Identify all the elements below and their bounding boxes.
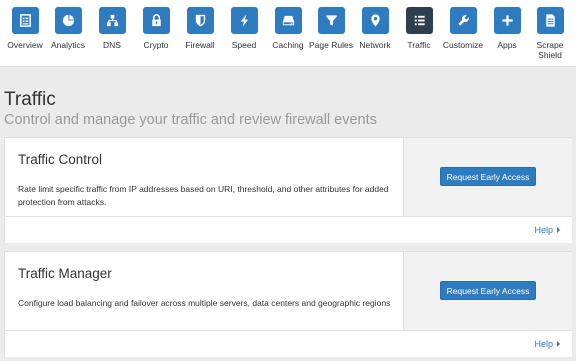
top-navigation: Overview Analytics DNS Crypto Firewall S…	[0, 0, 576, 67]
card-title: Traffic Manager	[18, 266, 112, 281]
nav-item-scrape-shield[interactable]: Scrape Shield	[524, 7, 576, 60]
help-label: Help	[534, 339, 553, 349]
help-link[interactable]: Help	[534, 339, 560, 349]
map-pin-icon	[361, 7, 389, 34]
traffic-control-card: Traffic Control Rate limit specific traf…	[4, 137, 572, 243]
card-main: Traffic Control Rate limit specific traf…	[5, 138, 403, 216]
page-header: Traffic Control and manage your traffic …	[4, 89, 377, 129]
list-icon	[405, 7, 433, 34]
network-tree-icon	[98, 7, 126, 34]
request-early-access-button[interactable]: Request Early Access	[440, 281, 536, 300]
lightning-icon	[230, 7, 258, 34]
pie-chart-icon	[54, 7, 82, 34]
page-title: Traffic	[4, 89, 56, 110]
card-main: Traffic Manager Configure load balancing…	[5, 252, 403, 330]
card-title: Traffic Control	[18, 152, 103, 167]
card-description: Rate limit specific traffic from IP addr…	[18, 184, 389, 207]
lock-icon	[142, 7, 170, 34]
caret-right-icon	[557, 341, 560, 347]
help-label: Help	[534, 225, 553, 235]
overview-icon	[11, 7, 39, 34]
page-subtitle: Control and manage your traffic and revi…	[4, 112, 377, 128]
shield-icon	[186, 7, 214, 34]
nav-label-scrape-shield: Scrape Shield	[536, 40, 564, 60]
card-description: Configure load balancing and failover ac…	[18, 298, 391, 308]
plus-icon	[493, 7, 521, 34]
help-link[interactable]: Help	[534, 225, 560, 235]
card-action-panel: Request Early Access	[403, 252, 572, 330]
request-early-access-button[interactable]: Request Early Access	[440, 167, 536, 186]
document-icon	[536, 7, 564, 34]
traffic-manager-card: Traffic Manager Configure load balancing…	[4, 251, 572, 357]
card-action-panel: Request Early Access	[403, 138, 572, 216]
hard-drive-icon	[274, 7, 302, 34]
caret-right-icon	[557, 227, 560, 233]
wrench-icon	[449, 7, 477, 34]
filter-icon	[317, 7, 345, 34]
card-footer: Help	[5, 330, 572, 357]
card-footer: Help	[5, 216, 572, 243]
